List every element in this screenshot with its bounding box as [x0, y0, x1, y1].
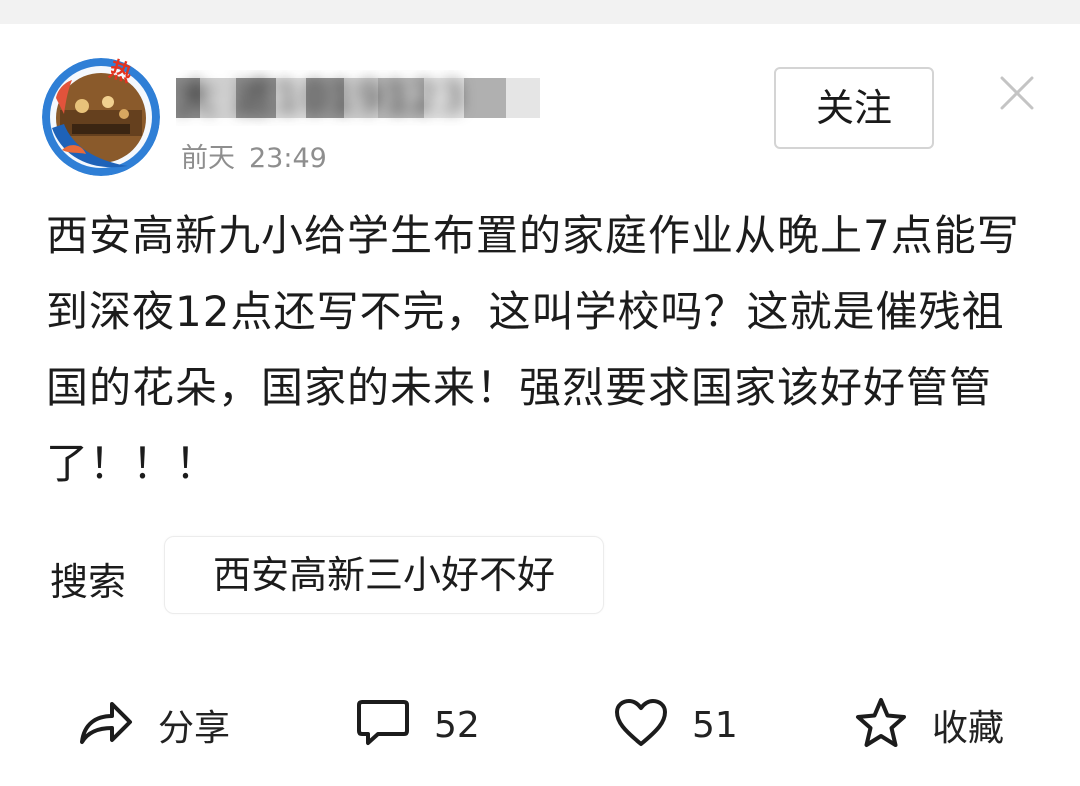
- heart-icon: [614, 698, 668, 752]
- star-icon: [854, 697, 908, 753]
- share-label: 分享: [158, 708, 231, 749]
- follow-button[interactable]: 关注: [774, 67, 934, 149]
- close-icon[interactable]: [998, 74, 1036, 112]
- comment-button[interactable]: 52: [356, 697, 480, 753]
- search-suggestion-chip[interactable]: 西安高新三小好不好: [164, 536, 604, 614]
- favorite-label: 收藏: [932, 708, 1005, 749]
- post-clock: 23:49: [249, 143, 327, 174]
- post-card: 热 大 滤1019123 前天23:49 关注 西安高新九小给学生布置的家庭作业…: [0, 24, 1080, 786]
- share-arrow-icon: [78, 698, 134, 752]
- username-mosaic: [176, 70, 576, 126]
- like-button[interactable]: 51: [614, 697, 738, 753]
- share-button[interactable]: 分享: [78, 697, 230, 753]
- comment-bubble-icon: [356, 698, 410, 752]
- username[interactable]: 大 滤1019123: [176, 70, 576, 126]
- top-separator: [0, 0, 1080, 24]
- like-count: 51: [692, 704, 738, 746]
- post-day: 前天: [181, 143, 235, 174]
- comment-count: 52: [434, 704, 480, 746]
- avatar-image: [42, 58, 160, 176]
- post-time: 前天 23:49: [181, 136, 327, 175]
- avatar[interactable]: [42, 58, 160, 176]
- favorite-button[interactable]: 收藏: [854, 697, 1004, 753]
- search-label: 搜索: [50, 560, 127, 604]
- post-content: 西安高新九小给学生布置的家庭作业从晚上7点能写到深夜12点还写不完，这叫学校吗？…: [46, 211, 1020, 488]
